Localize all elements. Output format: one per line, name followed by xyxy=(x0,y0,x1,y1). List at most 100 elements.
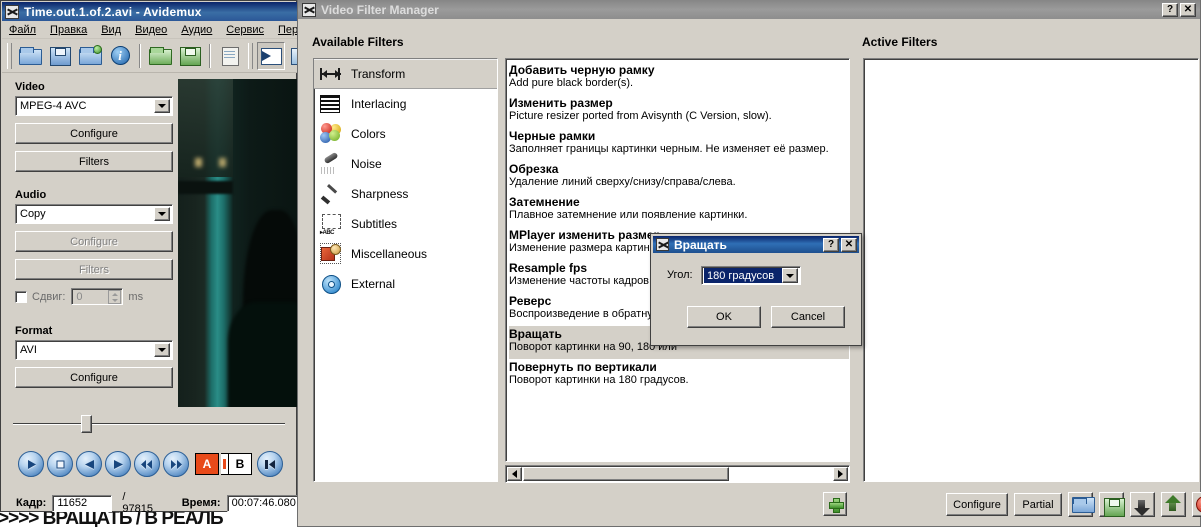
filter-description: Удаление линий сверху/снизу/справа/слева… xyxy=(509,176,736,188)
filter-item[interactable]: Черные рамки Заполняет границы картинки … xyxy=(509,128,849,161)
filter-name: Добавить черную рамку xyxy=(509,63,655,77)
rotate-dialog-titlebar[interactable]: Вращать ? ✕ xyxy=(653,236,859,253)
save-file-button[interactable] xyxy=(46,42,74,70)
menu-tools[interactable]: Сервис xyxy=(219,23,271,37)
load-filters-button[interactable] xyxy=(1068,492,1095,517)
category-external[interactable]: External xyxy=(314,269,497,299)
spinner-arrows-icon[interactable] xyxy=(108,290,122,304)
video-filters-button[interactable]: Filters xyxy=(15,151,173,172)
script-icon xyxy=(219,46,241,66)
category-interlacing[interactable]: Interlacing xyxy=(314,89,497,119)
filter-item[interactable]: Повернуть по вертикали Поворот картинки … xyxy=(509,359,849,392)
menu-audio[interactable]: Аудио xyxy=(174,23,219,37)
scroll-right-button[interactable] xyxy=(833,467,848,481)
rotate-help-button[interactable]: ? xyxy=(823,237,839,252)
menu-file[interactable]: Файл xyxy=(2,23,43,37)
chevron-down-icon[interactable] xyxy=(154,207,170,221)
timeline-slider-track[interactable] xyxy=(13,423,285,425)
scroll-thumb[interactable] xyxy=(523,467,729,481)
audio-shift-spinner[interactable]: 0 xyxy=(71,288,124,305)
category-miscellaneous[interactable]: Miscellaneous xyxy=(314,239,497,269)
category-noise[interactable]: Noise xyxy=(314,149,497,179)
open-file-icon xyxy=(19,46,42,65)
play-button[interactable] xyxy=(18,451,44,477)
info-button[interactable]: i xyxy=(106,42,134,70)
filter-item[interactable]: Обрезка Удаление линий сверху/снизу/спра… xyxy=(509,161,849,194)
format-configure-button[interactable]: Configure xyxy=(15,367,173,388)
available-filters-hscrollbar[interactable] xyxy=(505,465,850,483)
avidemux-icon xyxy=(656,238,669,251)
help-button[interactable]: ? xyxy=(1162,2,1178,17)
category-label: Sharpness xyxy=(351,187,409,201)
category-label: External xyxy=(351,277,396,291)
move-up-button[interactable] xyxy=(1161,492,1186,517)
menu-video[interactable]: Видео xyxy=(128,23,174,37)
chevron-down-icon[interactable] xyxy=(154,343,170,357)
rotate-dialog: Вращать ? ✕ Угол: 180 градусов OK Cancel xyxy=(650,233,862,346)
forward-button[interactable] xyxy=(163,451,189,477)
filter-description: Add pure black border(s). xyxy=(509,77,634,89)
menu-bar: Файл Правка Вид Видео Аудио Сервис Перех xyxy=(2,21,310,39)
open-project-button[interactable] xyxy=(146,42,174,70)
audio-shift-checkbox[interactable] xyxy=(15,290,27,303)
append-file-button[interactable] xyxy=(76,42,104,70)
mark-b-button[interactable]: B xyxy=(228,453,252,475)
filter-item[interactable]: Изменить размер Picture resizer ported f… xyxy=(509,95,849,128)
time-label: Время: xyxy=(181,497,221,509)
move-down-button[interactable] xyxy=(1130,492,1155,517)
open-file-button[interactable] xyxy=(16,42,44,70)
format-container-value: AVI xyxy=(20,344,37,356)
category-subtitles[interactable]: Subtitles xyxy=(314,209,497,239)
menu-edit[interactable]: Правка xyxy=(43,23,94,37)
audio-codec-combo[interactable]: Copy xyxy=(15,204,173,224)
partial-filter-button[interactable]: Partial xyxy=(1014,493,1062,516)
delete-filter-button[interactable]: ✕ xyxy=(1192,492,1201,517)
format-container-combo[interactable]: AVI xyxy=(15,340,173,360)
previous-frame-button[interactable] xyxy=(76,451,102,477)
rotate-close-button[interactable]: ✕ xyxy=(841,237,857,252)
save-filters-button[interactable] xyxy=(1099,492,1125,517)
chevron-down-icon[interactable] xyxy=(154,99,170,113)
stop-button[interactable] xyxy=(47,451,73,477)
append-file-icon xyxy=(79,45,102,65)
toolbar-grip[interactable] xyxy=(7,42,12,69)
category-transform[interactable]: Transform xyxy=(314,59,497,89)
go-to-marker-button[interactable] xyxy=(257,451,283,477)
scroll-left-button[interactable] xyxy=(507,467,522,481)
category-sharpness[interactable]: Sharpness xyxy=(314,179,497,209)
category-label: Interlacing xyxy=(351,97,407,111)
vfm-titlebar[interactable]: Video Filter Manager ? ✕ xyxy=(298,0,1200,19)
video-preview[interactable] xyxy=(178,79,298,407)
category-colors[interactable]: Colors xyxy=(314,119,497,149)
rotate-cancel-button[interactable]: Cancel xyxy=(771,306,845,328)
menu-view[interactable]: Вид xyxy=(94,23,128,37)
active-filters-list[interactable] xyxy=(863,58,1199,482)
save-project-button[interactable] xyxy=(176,42,204,70)
rotate-dialog-title: Вращать xyxy=(674,237,727,252)
timeline-slider-thumb[interactable] xyxy=(81,415,92,433)
script-button[interactable] xyxy=(216,42,244,70)
main-titlebar[interactable]: Time.out.1.of.2.avi - Avidemux xyxy=(2,2,297,21)
mark-a-button[interactable]: A xyxy=(195,453,219,475)
add-filter-button[interactable] xyxy=(823,492,847,516)
toolbar-grip-2[interactable] xyxy=(248,42,253,69)
frame-input[interactable]: 11652 xyxy=(52,494,113,512)
close-button[interactable]: ✕ xyxy=(1180,2,1196,17)
filter-item[interactable]: Добавить черную рамку Add pure black bor… xyxy=(509,62,849,95)
next-frame-button[interactable] xyxy=(105,451,131,477)
angle-combo[interactable]: 180 градусов xyxy=(701,266,801,285)
avidemux-icon xyxy=(302,2,316,17)
filter-item[interactable]: Затемнение Плавное затемнение или появле… xyxy=(509,194,849,227)
rotate-ok-button[interactable]: OK xyxy=(687,306,761,328)
category-label: Miscellaneous xyxy=(351,247,428,261)
configure-filter-button[interactable]: Configure xyxy=(946,493,1008,516)
rewind-button[interactable] xyxy=(134,451,160,477)
subtitles-icon xyxy=(320,213,342,236)
video-codec-combo[interactable]: MPEG-4 AVC xyxy=(15,96,173,116)
filter-description: Picture resizer ported from Avisynth (C … xyxy=(509,110,772,122)
calculator-button[interactable] xyxy=(257,41,285,70)
move-down-icon xyxy=(1134,496,1151,516)
chevron-down-icon[interactable] xyxy=(782,268,798,283)
video-configure-button[interactable]: Configure xyxy=(15,123,173,144)
filter-category-list[interactable]: Transform Interlacing Colors Noise Sharp… xyxy=(313,58,498,482)
